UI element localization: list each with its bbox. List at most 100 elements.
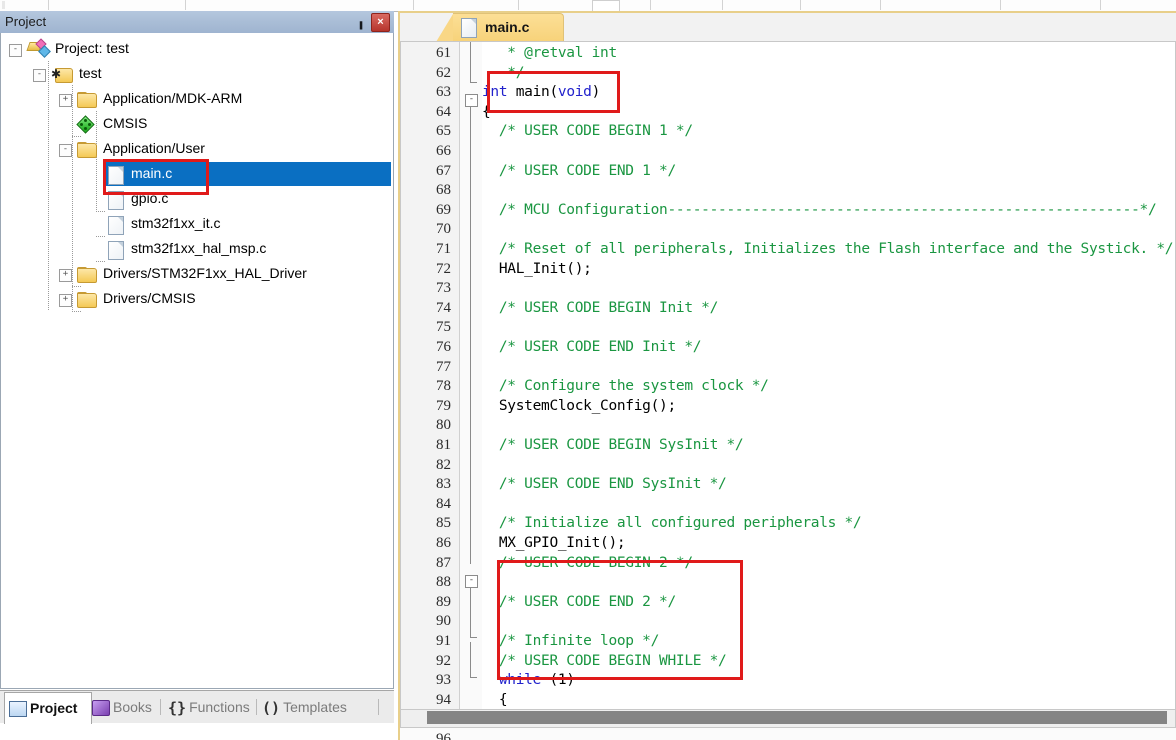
folder-icon: [77, 292, 97, 308]
line-number: 85: [436, 515, 451, 532]
line-number: 69: [436, 201, 451, 218]
editor-pane: main.c 61 62 63 64 65 66 67 68 69 70 71 72 73 74 75 76 7…: [398, 11, 1176, 740]
code-comment: /* USER CODE BEGIN Init */: [482, 299, 719, 316]
toolbar-separator: [48, 0, 49, 10]
code-line[interactable]: MX_GPIO_Init();: [482, 535, 626, 551]
line-number-gutter: 61 62 63 64 65 66 67 68 69 70 71 72 73 74 75 76 77 78 79 80…: [401, 42, 460, 740]
line-number: 94: [436, 691, 451, 708]
tab-label: Project: [30, 700, 78, 716]
braces-icon: {}: [168, 699, 187, 718]
tree-item-drivers-hal[interactable]: + Drivers/STM32F1xx_HAL_Driver: [1, 262, 389, 287]
project-icon: [26, 38, 51, 59]
code-line[interactable]: {: [482, 692, 508, 708]
editor-tabstrip: main.c: [398, 11, 1176, 42]
code-line[interactable]: /* USER CODE BEGIN 1 */: [482, 123, 693, 139]
expander-toggle[interactable]: -: [9, 44, 22, 57]
tab-project[interactable]: Project: [4, 692, 92, 724]
code-line[interactable]: /* USER CODE END Init */: [482, 339, 702, 355]
fold-toggle-while[interactable]: -: [465, 575, 478, 588]
line-number: 89: [436, 593, 451, 610]
line-number: 75: [436, 319, 451, 336]
expander-toggle[interactable]: +: [59, 94, 72, 107]
toolbar-separator: [800, 0, 801, 10]
fold-toggle-main[interactable]: -: [465, 94, 478, 107]
tree-item-stm32f1xx-it-c[interactable]: stm32f1xx_it.c: [1, 212, 389, 237]
code-comment: /* Configure the system clock */: [482, 378, 769, 395]
line-number: 96: [436, 731, 451, 740]
tree-item-label: Application/MDK-ARM: [103, 90, 243, 106]
line-number: 68: [436, 182, 451, 199]
line-number: 84: [436, 495, 451, 512]
code-line[interactable]: /* MCU Configuration--------------------…: [482, 202, 1157, 218]
fold-guide: [470, 42, 471, 82]
line-number: 82: [436, 456, 451, 473]
code-text: HAL_Init();: [482, 260, 592, 277]
toolbar-grip[interactable]: [2, 1, 5, 9]
toolbar-separator: [1000, 0, 1001, 10]
expander-toggle[interactable]: -: [59, 144, 72, 157]
code-line[interactable]: /* USER CODE BEGIN SysInit */: [482, 437, 744, 453]
code-line[interactable]: * @retval int: [482, 45, 617, 61]
tab-templates[interactable]: () Templates: [262, 693, 347, 721]
toolbar-separator: [185, 0, 186, 10]
line-number: 93: [436, 672, 451, 689]
code-text: MX_GPIO_Init();: [482, 535, 626, 551]
line-number: 64: [436, 103, 451, 120]
tab-separator: [160, 699, 161, 715]
expander-toggle[interactable]: +: [59, 294, 72, 307]
code-line[interactable]: /* Reset of all peripherals, Initializes…: [482, 241, 1174, 257]
project-tree[interactable]: - Project: test - ✱ test + Application/M…: [0, 33, 394, 689]
line-number: 74: [436, 299, 451, 316]
main-c-annotation-box: [103, 159, 209, 195]
line-number: 65: [436, 123, 451, 140]
pin-icon[interactable]: ╻: [354, 14, 368, 30]
panel-tab-bar[interactable]: Project Books {} Functions () Templates: [0, 690, 394, 724]
tree-item-application-mdk-arm[interactable]: + Application/MDK-ARM: [1, 87, 389, 112]
toolbar-separator: [880, 0, 881, 10]
code-line[interactable]: SystemClock_Config();: [482, 398, 676, 414]
templates-icon: (): [262, 699, 281, 718]
fold-guide: [470, 587, 471, 637]
books-icon: [92, 700, 110, 717]
close-icon[interactable]: ×: [371, 13, 390, 32]
tree-item-drivers-cmsis[interactable]: + Drivers/CMSIS: [1, 287, 389, 312]
line-number: 92: [436, 652, 451, 669]
tree-item-label: stm32f1xx_hal_msp.c: [131, 240, 267, 256]
tab-books[interactable]: Books: [92, 693, 152, 721]
tree-item-target-test[interactable]: - ✱ test: [1, 62, 389, 87]
folder-icon: [77, 267, 97, 283]
code-line[interactable]: /* USER CODE END 1 */: [482, 163, 676, 179]
code-line[interactable]: /* USER CODE BEGIN Init */: [482, 300, 718, 316]
line-number: 80: [436, 417, 451, 434]
fold-guide-end: [470, 637, 477, 638]
line-number: 78: [436, 378, 451, 395]
fold-guide: [470, 642, 471, 677]
code-line[interactable]: /* USER CODE END SysInit */: [482, 476, 727, 492]
tree-item-cmsis[interactable]: CMSIS: [1, 112, 389, 137]
line-number: 81: [436, 437, 451, 453]
tab-label: Templates: [283, 699, 347, 715]
tree-item-label: CMSIS: [103, 115, 148, 131]
code-folding-column[interactable]: - -: [460, 42, 482, 722]
tab-separator: [256, 699, 257, 715]
expander-toggle[interactable]: +: [59, 269, 72, 282]
editor-tab-main-c[interactable]: main.c: [436, 13, 564, 42]
expander-toggle[interactable]: -: [33, 69, 46, 82]
tree-item-project-root[interactable]: - Project: test: [1, 37, 389, 62]
code-line[interactable]: /* Configure the system clock */: [482, 378, 769, 394]
line-number: 72: [436, 260, 451, 277]
toolbar-separator: [722, 0, 723, 10]
horizontal-scrollbar-thumb[interactable]: [427, 711, 1167, 724]
project-panel: Project ╻ × - Project: test - ✱ test + A…: [0, 11, 394, 724]
code-comment: /* Reset of all peripherals, Initializes…: [482, 241, 1174, 257]
code-line[interactable]: /* Initialize all configured peripherals…: [482, 515, 862, 531]
tree-item-stm32f1xx-hal-msp-c[interactable]: stm32f1xx_hal_msp.c: [1, 237, 389, 262]
tab-functions[interactable]: {} Functions: [168, 693, 250, 721]
code-comment: /* USER CODE END Init */: [482, 339, 702, 355]
fold-guide-end: [470, 677, 477, 678]
folder-icon: [77, 142, 97, 158]
line-number: 70: [436, 221, 451, 238]
tree-item-label: Drivers/STM32F1xx_HAL_Driver: [103, 265, 307, 281]
horizontal-scrollbar[interactable]: [400, 709, 1176, 728]
code-line[interactable]: HAL_Init();: [482, 261, 592, 277]
